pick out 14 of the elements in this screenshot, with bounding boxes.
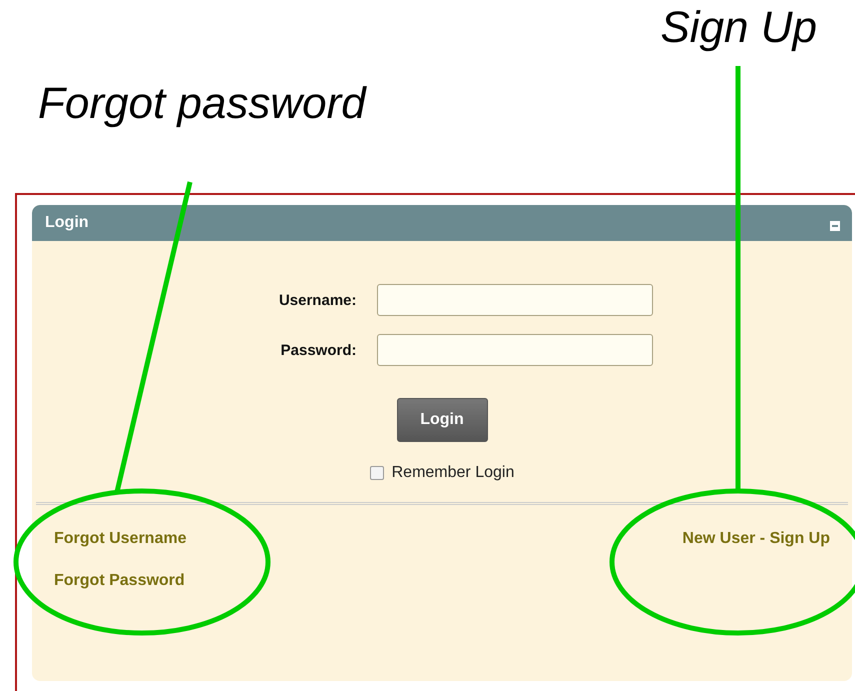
input-field[interactable] <box>376 284 652 316</box>
field-label: Password: <box>280 342 356 358</box>
link[interactable]: Forgot Password <box>54 572 186 590</box>
link[interactable]: Forgot Username <box>54 530 186 548</box>
annotation-label: Sign Up <box>660 2 817 54</box>
login-button[interactable]: Login <box>396 398 488 442</box>
collapse-icon[interactable] <box>830 221 840 231</box>
field-label: Username: <box>278 292 356 308</box>
input-field[interactable] <box>376 334 652 366</box>
checkbox-label[interactable]: Remember Login <box>392 464 514 482</box>
link[interactable]: New User - Sign Up <box>682 530 830 548</box>
panel-title: Login <box>45 214 89 232</box>
annotation-label: Forgot password <box>38 78 366 130</box>
checkbox[interactable] <box>370 466 384 480</box>
